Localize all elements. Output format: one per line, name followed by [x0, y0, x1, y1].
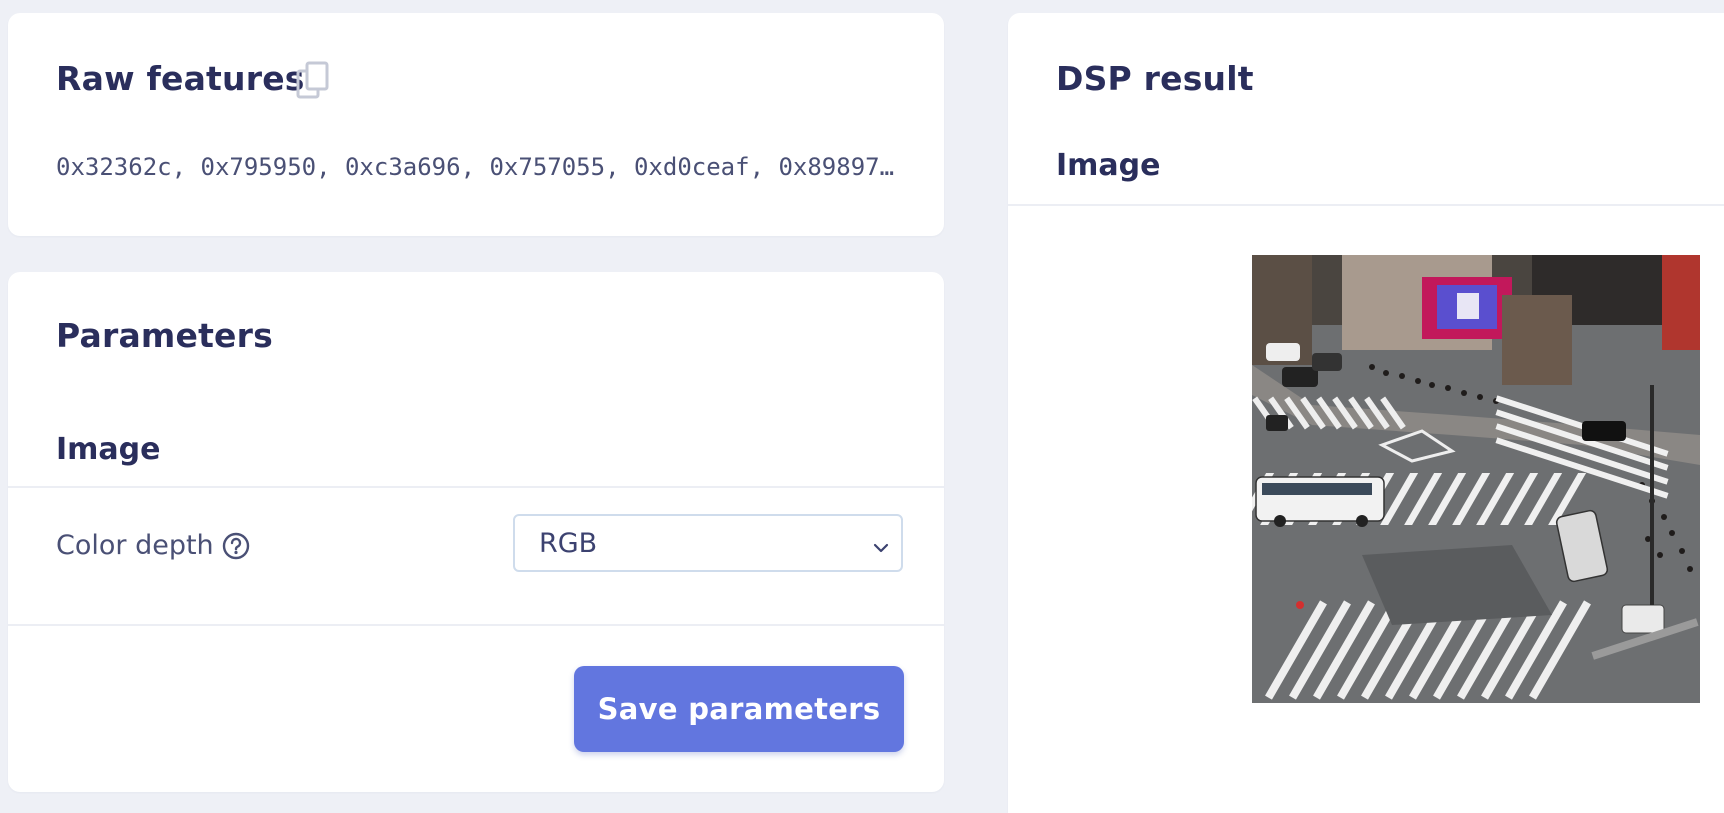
save-parameters-button[interactable]: Save parameters: [574, 666, 904, 752]
divider: [1008, 204, 1724, 206]
color-depth-select[interactable]: RGB: [513, 514, 903, 572]
dsp-result-image: [1252, 255, 1700, 703]
color-depth-selected-value: RGB: [539, 527, 598, 559]
color-depth-label: Color depth: [56, 530, 250, 561]
parameters-title: Parameters: [56, 316, 273, 355]
divider: [8, 624, 944, 626]
parameters-image-section-title: Image: [56, 432, 161, 467]
copy-icon[interactable]: [296, 61, 332, 101]
chevron-down-icon: [871, 534, 891, 554]
dsp-result-title: DSP result: [1056, 59, 1254, 98]
dsp-image-section-title: Image: [1056, 148, 1161, 183]
divider: [8, 486, 944, 488]
color-depth-label-text: Color depth: [56, 530, 214, 561]
question-circle-icon[interactable]: [222, 532, 250, 560]
raw-features-title: Raw features: [56, 59, 305, 98]
parameters-card: Parameters Image Color depth RGB Save pa…: [8, 272, 944, 792]
raw-features-card: Raw features 0x32362c, 0x795950, 0xc3a69…: [8, 13, 944, 236]
dsp-result-card: DSP result Image: [1008, 13, 1724, 813]
raw-features-values: 0x32362c, 0x795950, 0xc3a696, 0x757055, …: [56, 153, 895, 181]
